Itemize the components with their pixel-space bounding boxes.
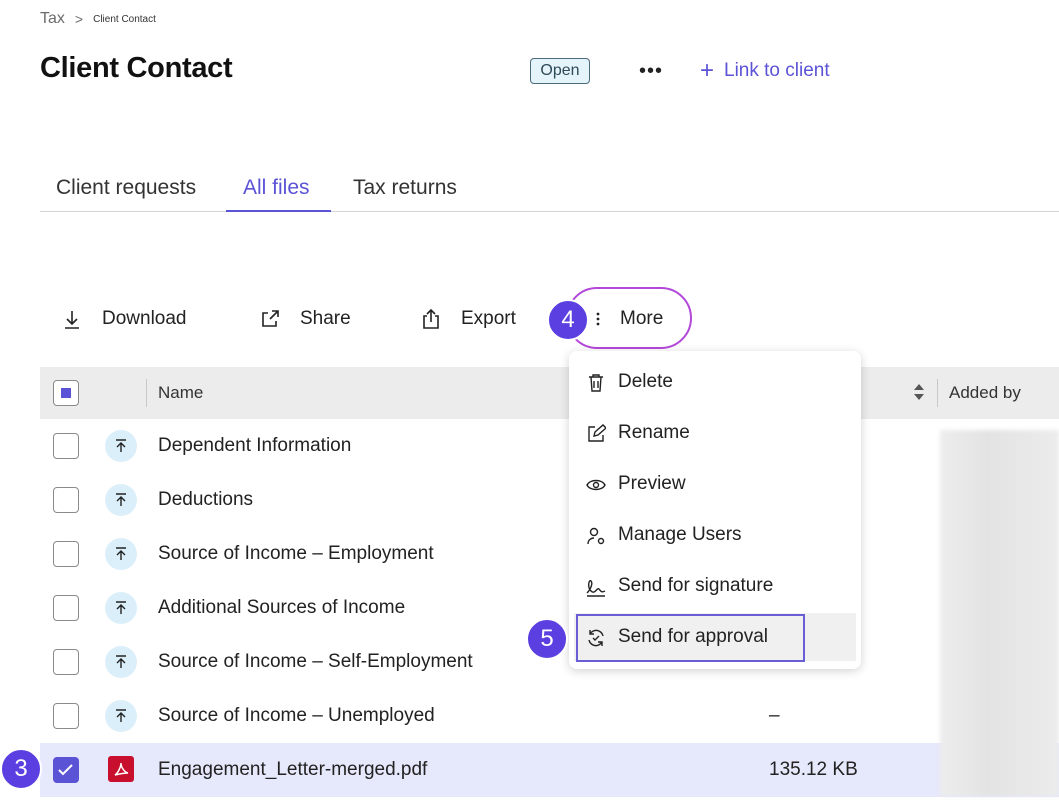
- eye-icon: [585, 474, 607, 496]
- menu-item-label: Manage Users: [618, 524, 742, 545]
- table-row-selected[interactable]: Engagement_Letter-merged.pdf 135.12 KB: [40, 743, 1059, 797]
- plus-icon: +: [700, 57, 715, 84]
- row-size: 135.12 KB: [769, 759, 858, 780]
- export-icon: [419, 307, 443, 331]
- menu-item-preview[interactable]: Preview: [569, 460, 861, 508]
- upload-icon: [105, 592, 137, 624]
- step-badge-4: 4: [547, 299, 589, 341]
- sort-icon[interactable]: [912, 381, 926, 403]
- share-button[interactable]: Share: [258, 302, 351, 336]
- tab-all-files[interactable]: All files: [243, 166, 310, 210]
- added-by-column-redacted: [940, 430, 1059, 796]
- download-icon: [60, 307, 84, 331]
- link-to-client-button[interactable]: + Link to client: [700, 58, 830, 84]
- indeterminate-mark: [61, 388, 71, 398]
- pdf-icon: [108, 756, 134, 782]
- column-header-added-by[interactable]: Added by: [949, 383, 1021, 403]
- more-actions-button[interactable]: •••: [636, 58, 666, 84]
- export-label: Export: [461, 308, 516, 329]
- row-name: Source of Income – Self-Employment: [158, 651, 473, 672]
- row-checkbox[interactable]: [53, 649, 79, 675]
- step-badge-3: 3: [0, 748, 42, 790]
- more-button[interactable]: More: [590, 302, 663, 336]
- table-row[interactable]: Deductions: [40, 473, 1059, 527]
- menu-item-label: Preview: [618, 473, 686, 494]
- trash-icon: [585, 372, 607, 394]
- row-name: Engagement_Letter-merged.pdf: [158, 759, 428, 780]
- ellipsis-horizontal-icon: •••: [638, 59, 663, 82]
- step-badge-5: 5: [526, 618, 568, 660]
- share-label: Share: [300, 308, 351, 329]
- select-all-checkbox[interactable]: [53, 380, 79, 406]
- row-name: Source of Income – Unemployed: [158, 705, 435, 726]
- page-title: Client Contact: [40, 52, 233, 84]
- upload-icon: [105, 484, 137, 516]
- more-vertical-icon: [590, 307, 606, 331]
- active-tab-indicator: [226, 210, 331, 212]
- row-size: –: [769, 705, 780, 726]
- menu-item-manage-users[interactable]: Manage Users: [569, 511, 861, 559]
- table-row[interactable]: Dependent Information: [40, 419, 1059, 473]
- signature-icon: [585, 576, 607, 598]
- download-button[interactable]: Download: [60, 302, 187, 336]
- checkmark-icon: [58, 764, 73, 776]
- row-checkbox-checked[interactable]: [53, 757, 79, 783]
- download-label: Download: [102, 308, 187, 329]
- menu-item-rename[interactable]: Rename: [569, 409, 861, 457]
- table-row[interactable]: Source of Income – Unemployed –: [40, 689, 1059, 743]
- menu-item-label: Delete: [618, 371, 673, 392]
- row-checkbox[interactable]: [53, 487, 79, 513]
- menu-item-label: Rename: [618, 422, 690, 443]
- menu-item-delete[interactable]: Delete: [569, 358, 861, 406]
- table-header: Name Added by: [40, 367, 1059, 419]
- row-checkbox[interactable]: [53, 703, 79, 729]
- breadcrumb-separator: >: [74, 11, 84, 27]
- column-divider: [146, 379, 147, 407]
- more-label: More: [620, 308, 664, 329]
- upload-icon: [105, 538, 137, 570]
- menu-item-label: Send for signature: [618, 575, 774, 596]
- breadcrumb-current: Client Contact: [93, 13, 156, 25]
- upload-icon: [105, 646, 137, 678]
- row-checkbox[interactable]: [53, 541, 79, 567]
- breadcrumb: Tax > Client Contact: [40, 8, 156, 30]
- row-name: Dependent Information: [158, 435, 352, 456]
- breadcrumb-tax[interactable]: Tax: [40, 10, 65, 28]
- status-badge: Open: [530, 58, 590, 84]
- row-checkbox[interactable]: [53, 595, 79, 621]
- row-name: Additional Sources of Income: [158, 597, 406, 618]
- row-name: Source of Income – Employment: [158, 543, 434, 564]
- row-checkbox[interactable]: [53, 433, 79, 459]
- column-header-name[interactable]: Name: [158, 383, 203, 403]
- tab-tax-returns[interactable]: Tax returns: [353, 166, 457, 210]
- table-row[interactable]: Source of Income – Employment: [40, 527, 1059, 581]
- edit-icon: [585, 423, 607, 445]
- share-icon: [258, 307, 282, 331]
- tab-client-requests[interactable]: Client requests: [56, 166, 196, 210]
- approval-highlight-box: [576, 614, 805, 662]
- menu-item-send-for-signature[interactable]: Send for signature: [569, 562, 861, 610]
- row-name: Deductions: [158, 489, 254, 510]
- tab-bar: Client requests All files Tax returns: [40, 166, 1059, 212]
- link-to-client-label: Link to client: [724, 60, 830, 81]
- upload-icon: [105, 700, 137, 732]
- export-button[interactable]: Export: [419, 302, 516, 336]
- column-divider: [937, 379, 938, 407]
- upload-icon: [105, 430, 137, 462]
- user-gear-icon: [585, 525, 607, 547]
